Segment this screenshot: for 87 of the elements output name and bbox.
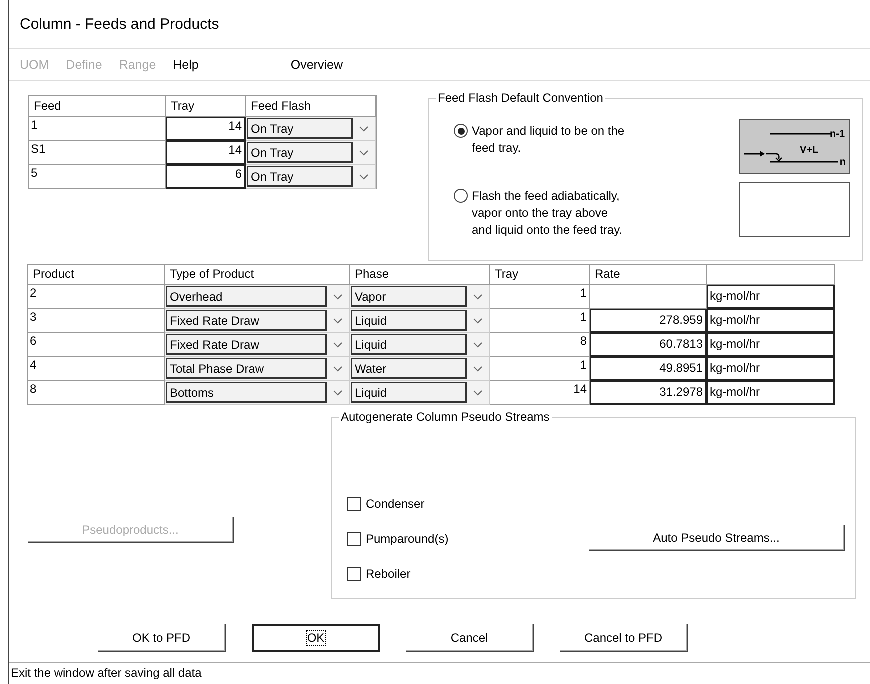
tray-field[interactable]: 1 xyxy=(490,309,590,333)
status-bar: Exit the window after saving all data xyxy=(9,662,870,684)
chevron-icon[interactable] xyxy=(359,150,369,156)
tray-field[interactable]: 1 xyxy=(490,357,590,381)
unit-cell: kg-mol/hr xyxy=(707,333,835,357)
table-cell[interactable]: 5 xyxy=(29,165,166,189)
product-type-dropdown[interactable]: Fixed Rate Draw xyxy=(166,334,327,355)
diagram-label: V+L xyxy=(800,146,819,156)
chevron-icon[interactable] xyxy=(473,294,483,300)
product-type-dropdown[interactable]: Total Phase Draw xyxy=(166,358,327,379)
table-cell[interactable]: 8 xyxy=(28,381,165,405)
phase-dropdown[interactable]: Liquid xyxy=(351,382,467,403)
checkbox[interactable] xyxy=(347,496,361,510)
chevron-icon[interactable] xyxy=(473,366,483,372)
table-cell[interactable]: 6 xyxy=(28,333,165,357)
chevron-icon[interactable] xyxy=(359,174,369,180)
product-type-dropdown[interactable]: Overhead xyxy=(166,286,327,307)
radio-button[interactable] xyxy=(454,189,468,203)
group-title: Autogenerate Column Pseudo Streams xyxy=(339,410,552,424)
table-cell[interactable]: 3 xyxy=(28,309,165,333)
group-title: Feed Flash Default Convention xyxy=(436,91,606,105)
option-label: feed tray. xyxy=(472,140,522,157)
menu-item[interactable]: Help xyxy=(173,58,199,72)
phase-dropdown[interactable]: Liquid xyxy=(351,310,467,331)
column-header: Feed xyxy=(29,96,166,117)
chevron-icon[interactable] xyxy=(333,294,343,300)
overview-button[interactable]: Overview xyxy=(290,58,343,72)
dialog-button[interactable]: Cancel xyxy=(406,624,534,652)
column-header: Phase xyxy=(350,265,490,285)
column-header: Tray xyxy=(490,265,590,285)
dialog-button[interactable]: Cancel to PFD xyxy=(560,624,688,652)
phase-dropdown[interactable]: Vapor xyxy=(351,286,467,307)
chevron-icon[interactable] xyxy=(333,342,343,348)
feed-flash-dropdown[interactable]: On Tray xyxy=(247,142,353,163)
column-header: Product xyxy=(28,265,165,285)
column-header: Tray xyxy=(166,96,246,117)
option-label: vapor onto the tray above xyxy=(472,205,610,222)
checkbox[interactable] xyxy=(347,566,361,580)
option-label: Flash the feed adiabatically, xyxy=(472,188,621,205)
tray-field[interactable]: 14 xyxy=(490,381,590,405)
table-cell[interactable]: S1 xyxy=(29,141,166,165)
rate-field[interactable]: 278.959 xyxy=(590,309,707,333)
rate-field[interactable] xyxy=(590,285,707,309)
product-type-dropdown[interactable]: Bottoms xyxy=(166,382,327,403)
rate-field[interactable]: 60.7813 xyxy=(590,333,707,357)
dialog-button[interactable]: OK xyxy=(252,624,380,652)
feed-flash-dropdown[interactable]: On Tray xyxy=(247,118,353,139)
table-cell[interactable]: 1 xyxy=(29,117,166,141)
tray-field[interactable]: 14 xyxy=(166,141,246,165)
unit-cell: kg-mol/hr xyxy=(707,285,835,309)
chevron-icon[interactable] xyxy=(333,366,343,372)
unit-cell: kg-mol/hr xyxy=(707,381,835,405)
diagram-label: n xyxy=(840,158,846,168)
chevron-icon[interactable] xyxy=(473,390,483,396)
radio-button[interactable] xyxy=(454,124,468,138)
column-header: Rate xyxy=(590,265,707,285)
checkbox-label: Pumparound(s) xyxy=(366,532,449,546)
auto-pseudo-streams-button[interactable]: Auto Pseudo Streams... xyxy=(589,525,845,551)
rate-field[interactable]: 31.2978 xyxy=(590,381,707,405)
unit-cell: kg-mol/hr xyxy=(707,309,835,333)
rate-field[interactable]: 49.8951 xyxy=(590,357,707,381)
dialog-button[interactable]: OK to PFD xyxy=(98,624,226,652)
tray-field[interactable]: 8 xyxy=(490,333,590,357)
chevron-icon[interactable] xyxy=(333,318,343,324)
tray-field[interactable]: 14 xyxy=(166,117,246,141)
checkbox-label: Condenser xyxy=(366,496,425,510)
column-header: Type of Product xyxy=(165,265,350,285)
checkbox-label: Reboiler xyxy=(366,566,411,580)
tray-field[interactable]: 1 xyxy=(490,285,590,309)
table-cell[interactable]: 4 xyxy=(28,357,165,381)
diagram-label: n-1 xyxy=(830,130,845,140)
phase-dropdown[interactable]: Liquid xyxy=(351,334,467,355)
chevron-icon[interactable] xyxy=(473,318,483,324)
checkbox[interactable] xyxy=(347,532,361,546)
chevron-icon[interactable] xyxy=(473,342,483,348)
product-type-dropdown[interactable]: Fixed Rate Draw xyxy=(166,310,327,331)
tray-field[interactable]: 6 xyxy=(166,165,246,189)
table-cell[interactable]: 2 xyxy=(28,285,165,309)
window-title: Column - Feeds and Products xyxy=(9,0,870,49)
option-label: Vapor and liquid to be on the xyxy=(472,123,625,140)
chevron-icon[interactable] xyxy=(359,126,369,132)
feed-flash-dropdown[interactable]: On Tray xyxy=(247,166,353,187)
chevron-icon[interactable] xyxy=(333,390,343,396)
unit-cell: kg-mol/hr xyxy=(707,357,835,381)
column-header: Feed Flash xyxy=(246,96,376,117)
option-label: and liquid onto the feed tray. xyxy=(472,222,623,239)
phase-dropdown[interactable]: Water xyxy=(351,358,467,379)
